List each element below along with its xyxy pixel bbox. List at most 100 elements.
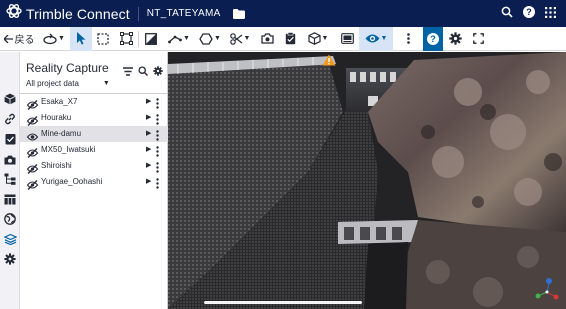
sort-icon[interactable] <box>123 63 133 81</box>
eye-off-icon[interactable] <box>26 113 39 126</box>
more-options-button[interactable] <box>393 27 423 51</box>
view-orientation-gizmo-icon[interactable] <box>534 277 560 303</box>
hierarchy-icon <box>4 172 16 190</box>
more-vertical-icon[interactable] <box>156 128 159 141</box>
fit-frame-button[interactable] <box>114 27 138 51</box>
markup-shape-icon <box>199 32 213 45</box>
panel-header-actions <box>123 63 163 81</box>
list-item[interactable]: Yurigae_Oohashi ▶ <box>20 174 168 190</box>
chevron-right-icon[interactable]: ▶ <box>146 113 151 121</box>
measure-icon <box>168 33 182 45</box>
eye-icon[interactable] <box>26 129 39 141</box>
link-icon <box>4 112 16 130</box>
box-select-button[interactable] <box>92 27 114 51</box>
select-pointer-icon <box>76 32 86 45</box>
clip-button[interactable]: ▼ <box>225 27 255 51</box>
eye-off-icon[interactable] <box>26 97 39 110</box>
svg-text:?: ? <box>430 34 436 44</box>
models-nav-button[interactable] <box>3 93 17 108</box>
list-item-label: Yurigae_Oohashi <box>41 177 103 186</box>
hierarchy-nav-button[interactable] <box>3 172 17 190</box>
section-plane-icon <box>145 32 157 45</box>
clipboard-button[interactable] <box>279 27 301 51</box>
back-button[interactable]: 戻る <box>0 27 38 51</box>
measure-button[interactable]: ▼ <box>163 27 195 51</box>
list-item[interactable]: Mine-damu ▶ <box>20 126 168 142</box>
more-vertical-icon[interactable] <box>156 176 159 189</box>
markup-shape-button[interactable]: ▼ <box>195 27 225 51</box>
more-vertical-icon[interactable] <box>156 96 159 109</box>
list-item[interactable]: MX50_Iwatsuki ▶ <box>20 142 168 158</box>
properties-nav-button[interactable] <box>3 194 17 208</box>
settings-gear-icon[interactable] <box>153 63 163 81</box>
links-nav-button[interactable] <box>3 112 17 130</box>
list-item-label: MX50_Iwatsuki <box>41 145 96 154</box>
viewer-toolbar: 戻る ▼ ▼ ▼ ▼ ▼ ▼ ? <box>0 26 566 51</box>
more-vertical-icon[interactable] <box>156 112 159 125</box>
visibility-eye-icon <box>365 33 380 44</box>
object-view-button[interactable]: ▼ <box>301 27 335 51</box>
todo-nav-button[interactable] <box>3 134 17 148</box>
chevron-down-icon: ▼ <box>102 80 110 87</box>
list-item-label: Houraku <box>41 113 72 122</box>
clip-icon <box>229 32 243 45</box>
reality-capture-panel: Reality Capture All project data ▼ Esaka… <box>20 52 168 309</box>
settings-button[interactable] <box>443 27 467 51</box>
list-item[interactable]: Houraku ▶ <box>20 110 168 126</box>
point-cloud-render <box>168 52 566 309</box>
3d-viewport[interactable] <box>168 52 566 309</box>
reality-capture-nav-button[interactable] <box>3 232 17 250</box>
reality-capture-list: Esaka_X7 ▶ Houraku ▶ Mine-damu ▶ MX50_Iwatsuki… <box>20 93 168 190</box>
checklist-icon <box>5 132 16 150</box>
chevron-right-icon[interactable]: ▶ <box>146 97 151 105</box>
warning-icon[interactable] <box>322 53 336 71</box>
extensions-nav-button[interactable] <box>3 252 17 270</box>
help-icon[interactable]: ? <box>523 5 535 23</box>
home-indicator <box>204 301 362 304</box>
location-nav-button[interactable] <box>3 212 17 230</box>
panel-title: Reality Capture <box>26 61 109 75</box>
chevron-down-icon: ▼ <box>58 35 65 42</box>
eye-off-icon[interactable] <box>26 161 39 174</box>
search-icon[interactable] <box>138 63 148 81</box>
list-item-label: Shiroishi <box>41 161 72 170</box>
gallery-button[interactable] <box>335 27 359 51</box>
chevron-right-icon[interactable]: ▶ <box>146 129 151 137</box>
settings-gear-icon <box>4 252 16 270</box>
more-vertical-icon[interactable] <box>156 160 159 173</box>
top-bar-actions: ? <box>501 0 556 27</box>
eye-off-icon[interactable] <box>26 145 39 158</box>
app-name: Trimble Connect <box>26 5 130 22</box>
globe-icon <box>4 212 16 230</box>
list-item[interactable]: Shiroishi ▶ <box>20 158 168 174</box>
header-divider <box>137 6 139 21</box>
project-name[interactable]: NT_TATEYAMA <box>147 8 221 19</box>
help-panel-button[interactable]: ? <box>423 26 443 51</box>
chevron-down-icon: ▼ <box>380 35 388 42</box>
search-icon[interactable] <box>501 5 513 23</box>
list-item[interactable]: Esaka_X7 ▶ <box>20 94 168 110</box>
chevron-right-icon[interactable]: ▶ <box>146 177 151 185</box>
top-bar: Trimble Connect NT_TATEYAMA ? <box>0 0 566 27</box>
more-vertical-icon[interactable] <box>156 144 159 157</box>
svg-text:?: ? <box>526 7 532 17</box>
orbit-tool-button[interactable]: ▼ <box>38 27 70 51</box>
chevron-right-icon[interactable]: ▶ <box>146 161 151 169</box>
settings-gear-icon <box>448 32 462 45</box>
select-tool-button[interactable] <box>70 26 92 51</box>
chevron-down-icon: ▼ <box>243 35 251 42</box>
list-item-label: Esaka_X7 <box>41 97 78 106</box>
reality-capture-icon <box>3 232 17 250</box>
eye-off-icon[interactable] <box>26 177 39 190</box>
views-nav-button[interactable] <box>3 154 17 168</box>
section-plane-button[interactable] <box>139 27 163 51</box>
snapshot-button[interactable] <box>255 27 279 51</box>
visibility-toggle-button[interactable]: ▼ <box>359 26 393 51</box>
folder-icon[interactable] <box>232 8 245 19</box>
trimble-connect-logo[interactable]: Trimble Connect <box>6 3 130 24</box>
project-data-filter[interactable]: All project data ▼ <box>26 79 110 88</box>
fullscreen-button[interactable] <box>467 27 489 51</box>
chevron-right-icon[interactable]: ▶ <box>146 145 151 153</box>
apps-grid-icon[interactable] <box>545 5 556 23</box>
fit-frame-icon <box>119 32 133 45</box>
